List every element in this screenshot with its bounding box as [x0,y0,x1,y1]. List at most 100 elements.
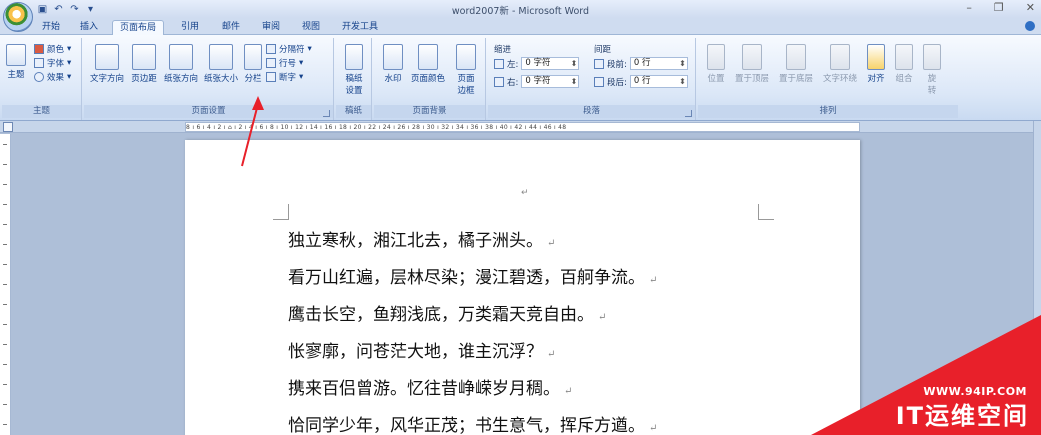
spacing-after-input[interactable]: 0 行 [629,75,688,88]
align-button[interactable]: 对齐 [864,44,888,84]
breaks-button[interactable]: 分隔符 ▾ [266,43,312,55]
spacing-after-icon [594,76,604,87]
page-borders-button[interactable]: 页面 边框 [452,44,480,96]
theme-icon [6,44,26,66]
tab-view[interactable]: 视图 [302,20,320,35]
tab-insert[interactable]: 插入 [80,20,98,35]
indent-title: 缩进 [494,45,512,55]
orientation-icon [169,44,193,70]
group-label-page-setup: 页面设置 [84,105,333,118]
indent-left-row: 左: 0 字符 [494,57,580,70]
page-color-button[interactable]: 页面颜色 [408,44,448,84]
text-line: 独立寒秋，湘江北去，橘子洲头。 ↵ [288,231,556,251]
theme-button[interactable]: 主题 [4,44,28,80]
hyphenation-icon [266,72,276,82]
indent-right-row: 右: 0 字符 [494,75,580,88]
text-direction-button[interactable]: 文字方向 [88,44,126,84]
page-setup-group: 文字方向 页边距 纸张方向 纸张大小 分栏 分隔符 ▾ 行号 ▾ 断字 ▾ 页面… [84,38,334,120]
group-label-draft: 稿纸 [336,105,371,118]
spacing-before-row: 段前: 0 行 [594,57,688,70]
text-wrap-button[interactable]: 文字环绕 [820,44,860,84]
theme-group: 主题 颜色 ▾ 字体 ▾ 效果 ▾ 主题 [2,38,82,120]
ruler-bar: 8 ı 6 ı 4 ı 2 ı ⌂ ı 2 ı 4 ı 6 ı 8 ı 10 ı… [0,121,1041,133]
theme-fonts-button[interactable]: 字体 ▾ [34,57,71,69]
line-numbers-button[interactable]: 行号 ▾ [266,57,303,69]
indent-right-input[interactable]: 0 字符 [521,75,580,88]
tab-page-layout[interactable]: 页面布局 [112,20,165,35]
send-back-button[interactable]: 置于底层 [776,44,816,84]
watermark-button[interactable]: 水印 [380,44,406,84]
minimize-button[interactable]: – [966,1,972,14]
rotate-icon [923,44,941,70]
margin-corner-top-right [758,204,774,220]
font-icon [34,58,44,68]
tab-references[interactable]: 引用 [181,20,199,35]
watermark-text: IT运维空间 [895,402,1029,430]
tab-home[interactable]: 开始 [42,20,60,35]
position-button[interactable]: 位置 [704,44,728,84]
text-line: 看万山红遍，层林尽染；漫江碧透，百舸争流。 ↵ [288,268,658,288]
text-line: 怅寥廓，问苍茫大地，谁主沉浮？ ↵ [288,342,556,362]
indent-left-icon [494,58,504,69]
spacing-before-icon [594,58,604,69]
size-button[interactable]: 纸张大小 [202,44,240,84]
indent-right-icon [494,76,504,87]
page-background-group: 水印 页面颜色 页面 边框 页面背景 [374,38,486,120]
spacing-before-input[interactable]: 0 行 [629,57,688,70]
rotate-button[interactable]: 旋 转 [920,44,944,96]
margins-icon [132,44,156,70]
close-button[interactable]: ✕ [1026,1,1035,14]
hyphenation-button[interactable]: 断字 ▾ [266,71,303,83]
palette-icon [34,44,44,54]
text-line: 携来百侣曾游。忆往昔峥嵘岁月稠。 ↵ [288,379,573,399]
office-button[interactable] [3,2,33,32]
margin-corner-top-left [273,204,289,220]
ribbon: 主题 颜色 ▾ 字体 ▾ 效果 ▾ 主题 文字方向 页边距 纸张方向 纸张大小 … [0,35,1041,121]
bring-front-icon [742,44,762,70]
breaks-icon [266,44,276,54]
margins-button[interactable]: 页边距 [128,44,160,84]
group-button[interactable]: 组合 [892,44,916,84]
vertical-ruler[interactable] [0,134,11,435]
tab-developer[interactable]: 开发工具 [342,20,378,35]
document-page[interactable]: ↵ 独立寒秋，湘江北去，橘子洲头。 ↵ 看万山红遍，层林尽染；漫江碧透，百舸争流。… [185,140,860,435]
page-size-icon [209,44,233,70]
position-icon [707,44,725,70]
paragraph-group: 缩进 左: 0 字符 右: 0 字符 间距 段前: 0 行 段后: 0 行 段落 [488,38,696,120]
theme-colors-button[interactable]: 颜色 ▾ [34,43,71,55]
maximize-button[interactable]: ❐ [994,1,1004,14]
document-text[interactable]: 独立寒秋，湘江北去，橘子洲头。 ↵ 看万山红遍，层林尽染；漫江碧透，百舸争流。 ↵ … [288,224,657,435]
text-line: 鹰击长空，鱼翔浅底，万类霜天竞自由。 ↵ [288,305,607,325]
tab-review[interactable]: 审阅 [262,20,280,35]
paragraph-dialog-launcher-icon[interactable] [685,110,692,117]
arrange-group: 位置 置于顶层 置于底层 文字环绕 对齐 组合 旋 转 排列 [698,38,958,120]
horizontal-ruler[interactable]: 8 ı 6 ı 4 ı 2 ı ⌂ ı 2 ı 4 ı 6 ı 8 ı 10 ı… [185,122,860,132]
tab-mailings[interactable]: 邮件 [222,20,240,35]
columns-button[interactable]: 分栏 [242,44,264,84]
title-bar: ▣ ↶ ↷ ▾ word2007新 - Microsoft Word – ❐ ✕ [0,0,1041,32]
window-title: word2007新 - Microsoft Word [451,6,590,17]
spacing-after-row: 段后: 0 行 [594,75,688,88]
draft-paper-group: 稿纸 设置 稿纸 [336,38,372,120]
page-borders-icon [456,44,476,70]
bring-front-button[interactable]: 置于顶层 [732,44,772,84]
effects-icon [34,72,44,82]
line-numbers-icon [266,58,276,68]
help-icon[interactable] [1025,21,1035,31]
page-color-icon [418,44,438,70]
group-label-page-background: 页面背景 [374,105,485,118]
text-line: 恰同学少年，风华正茂；书生意气，挥斥方遒。 ↵ [288,416,658,435]
columns-icon [244,44,262,70]
text-wrap-icon [830,44,850,70]
group-label-arrange: 排列 [698,105,958,118]
theme-effects-button[interactable]: 效果 ▾ [34,71,71,83]
draft-setup-button[interactable]: 稿纸 设置 [340,44,368,96]
group-label-paragraph: 段落 [488,105,695,118]
indent-left-input[interactable]: 0 字符 [521,57,580,70]
page-setup-dialog-launcher-icon[interactable] [323,110,330,117]
tab-selector[interactable] [3,122,13,132]
send-back-icon [786,44,806,70]
draft-paper-icon [345,44,363,70]
orientation-button[interactable]: 纸张方向 [162,44,200,84]
window-controls: – ❐ ✕ [966,1,1035,14]
